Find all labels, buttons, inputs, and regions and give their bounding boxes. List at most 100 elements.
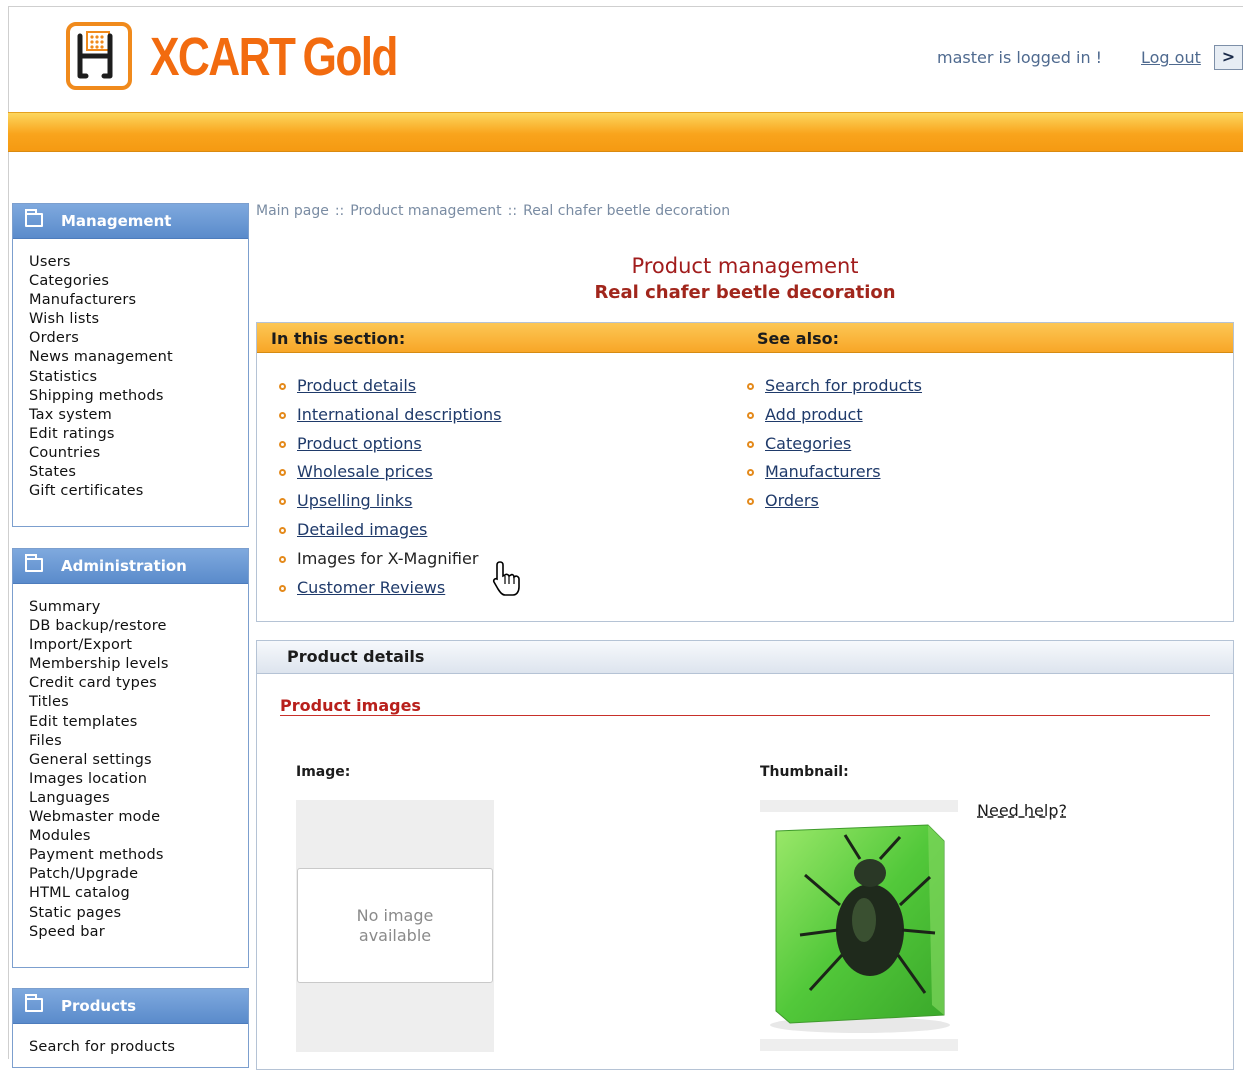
link-customer-reviews[interactable]: Customer Reviews <box>297 578 445 597</box>
sidebar-item-edit-templates[interactable]: Edit templates <box>29 713 248 732</box>
breadcrumb-product-management[interactable]: Product management <box>350 203 501 219</box>
page-subtitle: Real chafer beetle decoration <box>594 282 896 303</box>
package-icon <box>25 994 43 1012</box>
sidebar-item-summary[interactable]: Summary <box>29 598 248 617</box>
sidebar-item-manufacturers[interactable]: Manufacturers <box>29 291 248 310</box>
in-this-section-list: Product details International descriptio… <box>277 372 502 602</box>
list-item: Product options <box>277 430 502 459</box>
sidebar-item-shipping-methods[interactable]: Shipping methods <box>29 387 248 406</box>
sidebar-item-countries[interactable]: Countries <box>29 444 248 463</box>
link-add-product[interactable]: Add product <box>765 405 863 424</box>
cart-logo-icon[interactable] <box>66 22 132 90</box>
logout-link[interactable]: Log out <box>1141 48 1201 67</box>
link-product-details[interactable]: Product details <box>297 376 416 395</box>
in-this-section-heading: In this section: <box>271 329 406 348</box>
list-item: Orders <box>745 487 922 516</box>
list-item: Wholesale prices <box>277 458 502 487</box>
sidebar-item-import-export[interactable]: Import/Export <box>29 636 248 655</box>
page-title: Product management <box>631 254 859 278</box>
sidebar-item-orders[interactable]: Orders <box>29 329 248 348</box>
frame-left-border <box>8 6 9 1059</box>
breadcrumb: Main page:: Product management:: Real chaf… <box>256 203 730 219</box>
product-images-heading: Product images <box>280 696 421 715</box>
list-item: Categories <box>745 430 922 459</box>
sidebar-item-patch-upgrade[interactable]: Patch/Upgrade <box>29 865 248 884</box>
thumbnail-label: Thumbnail: <box>760 764 849 780</box>
sidebar-item-payment-methods[interactable]: Payment methods <box>29 846 248 865</box>
products-menu-header: Products <box>13 989 248 1024</box>
see-also-heading: See also: <box>757 329 839 348</box>
link-upselling-links[interactable]: Upselling links <box>297 491 412 510</box>
frame-top-border <box>8 6 1243 7</box>
see-also-list: Search for products Add product Categori… <box>745 372 922 516</box>
sidebar-item-statistics[interactable]: Statistics <box>29 368 248 387</box>
breadcrumb-current-product[interactable]: Real chafer beetle decoration <box>523 203 730 219</box>
no-image-placeholder[interactable]: No image available <box>297 868 493 983</box>
sidebar-item-users[interactable]: Users <box>29 253 248 272</box>
sidebar-item-membership-levels[interactable]: Membership levels <box>29 655 248 674</box>
logo-main-text: XCART <box>150 27 296 87</box>
sidebar-item-static-pages[interactable]: Static pages <box>29 904 248 923</box>
login-status: master is logged in ! <box>937 48 1103 67</box>
link-wholesale-prices[interactable]: Wholesale prices <box>297 462 433 481</box>
sidebar-item-states[interactable]: States <box>29 463 248 482</box>
list-item: Manufacturers <box>745 458 922 487</box>
management-menu-title: Management <box>61 212 172 230</box>
link-international-descriptions[interactable]: International descriptions <box>297 405 502 424</box>
sidebar-item-general-settings[interactable]: General settings <box>29 751 248 770</box>
list-item: Images for X-Magnifier <box>277 545 502 574</box>
link-detailed-images[interactable]: Detailed images <box>297 520 427 539</box>
logo-edition-text: Gold <box>302 27 399 87</box>
products-menu-title: Products <box>61 997 137 1015</box>
sidebar-item-edit-ratings[interactable]: Edit ratings <box>29 425 248 444</box>
product-details-header: Product details <box>257 641 1233 674</box>
no-image-line2: available <box>358 926 432 945</box>
link-categories[interactable]: Categories <box>765 434 851 453</box>
sidebar-item-webmaster-mode[interactable]: Webmaster mode <box>29 808 248 827</box>
breadcrumb-main-page[interactable]: Main page <box>256 203 329 219</box>
sidebar-item-languages[interactable]: Languages <box>29 789 248 808</box>
section-header: In this section: See also: <box>257 323 1233 353</box>
sidebar-item-images-location[interactable]: Images location <box>29 770 248 789</box>
product-details-title: Product details <box>287 647 425 666</box>
current-images-x-magnifier[interactable]: Images for X-Magnifier <box>297 549 478 568</box>
list-item: Detailed images <box>277 516 502 545</box>
sidebar-item-titles[interactable]: Titles <box>29 693 248 712</box>
list-item: Product details <box>277 372 502 401</box>
sidebar-item-credit-card-types[interactable]: Credit card types <box>29 674 248 693</box>
header-orange-bar <box>8 112 1243 152</box>
sidebar-item-db-backup[interactable]: DB backup/restore <box>29 617 248 636</box>
breadcrumb-separator: :: <box>507 203 518 219</box>
list-item: Upselling links <box>277 487 502 516</box>
products-menu: Products Search for products <box>12 988 249 1068</box>
administration-menu: Administration Summary DB backup/restore… <box>12 548 249 968</box>
sidebar-item-wish-lists[interactable]: Wish lists <box>29 310 248 329</box>
sidebar-item-search-products[interactable]: Search for products <box>29 1038 248 1057</box>
logout-arrow-button[interactable]: > <box>1214 45 1243 70</box>
list-item: International descriptions <box>277 401 502 430</box>
sidebar-item-modules[interactable]: Modules <box>29 827 248 846</box>
sidebar-item-tax-system[interactable]: Tax system <box>29 406 248 425</box>
management-menu: Management Users Categories Manufacturer… <box>12 203 249 527</box>
section-navigation-box: In this section: See also: Product detai… <box>256 322 1234 622</box>
sidebar-item-speed-bar[interactable]: Speed bar <box>29 923 248 942</box>
sidebar-item-gift-certificates[interactable]: Gift certificates <box>29 482 248 501</box>
sidebar-item-html-catalog[interactable]: HTML catalog <box>29 884 248 903</box>
beetle-thumbnail-image[interactable] <box>760 815 958 1039</box>
link-product-options[interactable]: Product options <box>297 434 422 453</box>
administration-menu-header: Administration <box>13 549 248 584</box>
sidebar-item-news-management[interactable]: News management <box>29 348 248 367</box>
management-menu-list: Users Categories Manufacturers Wish list… <box>13 239 248 501</box>
section-divider <box>280 715 1210 716</box>
sidebar-item-categories[interactable]: Categories <box>29 272 248 291</box>
xcart-gold-logo[interactable]: XCART Gold <box>150 26 399 88</box>
link-orders[interactable]: Orders <box>765 491 819 510</box>
link-manufacturers[interactable]: Manufacturers <box>765 462 881 481</box>
thumbnail-frame-top <box>760 800 958 812</box>
management-menu-header: Management <box>13 204 248 239</box>
breadcrumb-separator: :: <box>334 203 345 219</box>
link-search-for-products[interactable]: Search for products <box>765 376 922 395</box>
no-image-line1: No image <box>356 906 434 925</box>
sidebar-item-files[interactable]: Files <box>29 732 248 751</box>
need-help-link[interactable]: Need help? <box>977 801 1067 820</box>
